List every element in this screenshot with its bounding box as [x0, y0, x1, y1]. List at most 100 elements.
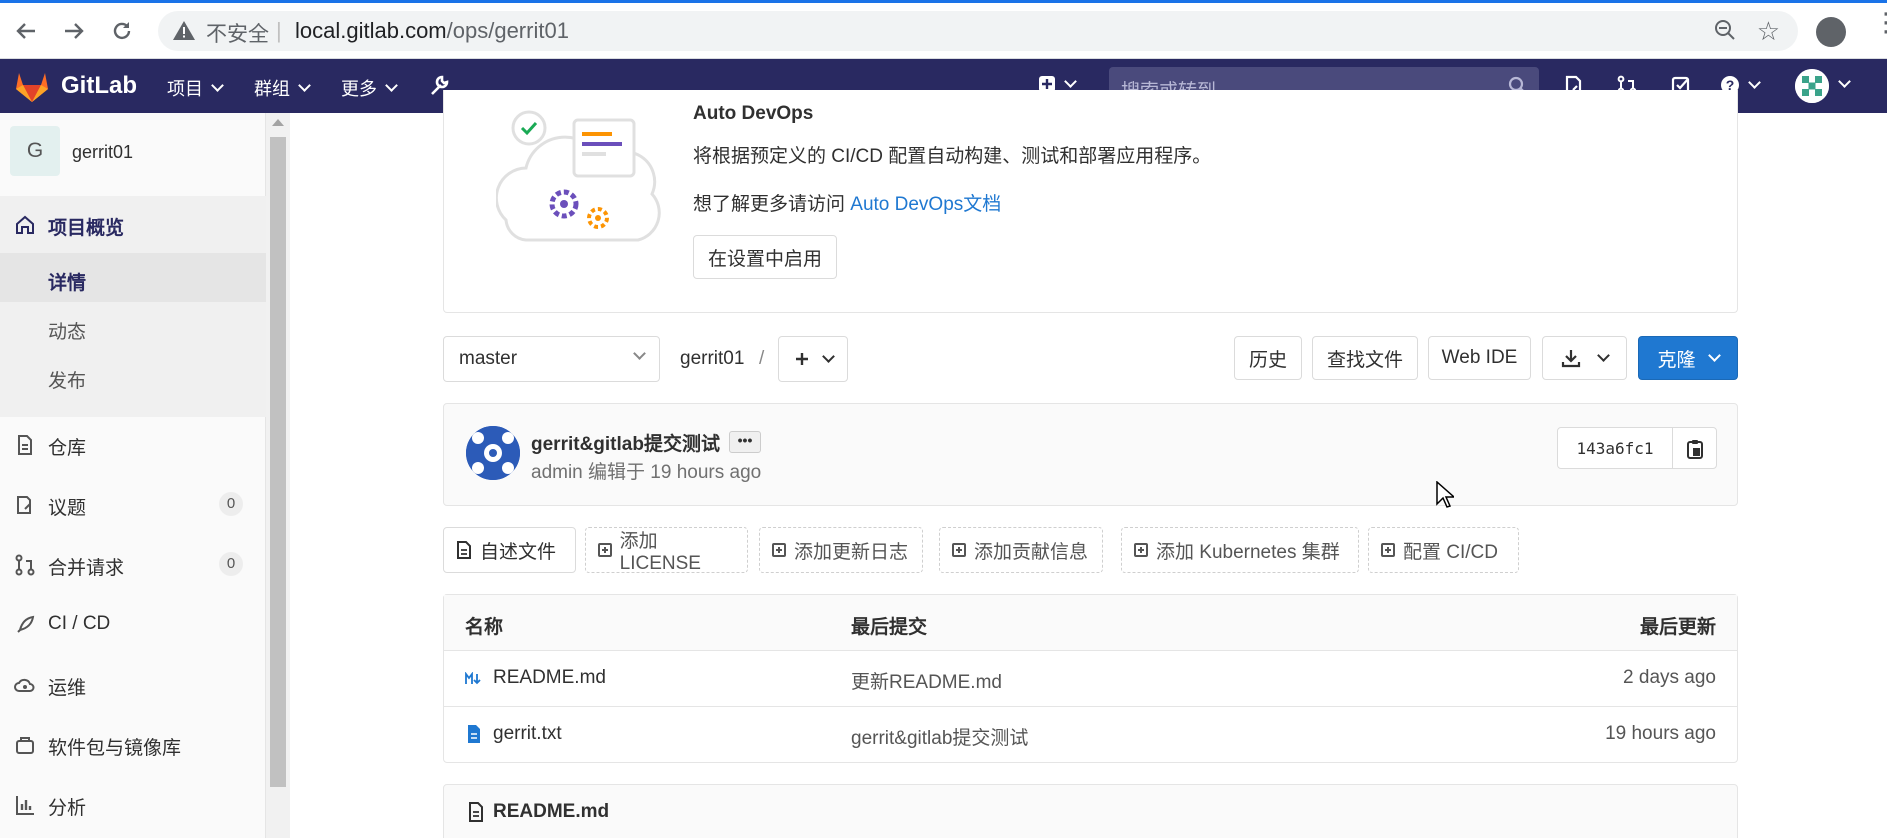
add-kubernetes-label: 添加 Kubernetes 集群: [1156, 541, 1340, 563]
address-bar[interactable]: 不安全 | local.gitlab.com/ops/gerrit01 ☆: [158, 11, 1798, 51]
branch-select[interactable]: master: [443, 336, 660, 382]
table-row[interactable]: README.md 更新README.md 2 days ago: [444, 651, 1737, 707]
commit-expand-button[interactable]: •••: [729, 431, 761, 453]
clone-label: 克隆: [1657, 349, 1696, 371]
forward-icon[interactable]: [56, 13, 92, 49]
project-header[interactable]: G gerrit01: [0, 113, 266, 193]
copy-sha-button[interactable]: [1672, 427, 1717, 469]
nav-more[interactable]: 更多: [341, 75, 398, 101]
identicon-icon: [1795, 69, 1829, 103]
doc-icon: [457, 541, 471, 559]
sidebar-item-label: 仓库: [48, 438, 87, 459]
nav-more-label: 更多: [341, 79, 377, 99]
gitlab-brand[interactable]: GitLab: [61, 72, 137, 100]
file-name-link[interactable]: README.md: [493, 667, 606, 689]
clipboard-icon: [1687, 440, 1703, 459]
add-contributing-label: 添加贡献信息: [974, 541, 1089, 563]
reload-icon[interactable]: [104, 13, 140, 49]
nav-projects[interactable]: 项目: [167, 75, 224, 101]
find-file-button[interactable]: 查找文件: [1312, 336, 1418, 380]
file-commit-link[interactable]: gerrit&gitlab提交测试: [851, 723, 1028, 750]
cloud-gears-illustration-icon: [496, 110, 661, 242]
url-host: local.gitlab.com: [295, 18, 447, 43]
sidebar-item-analytics[interactable]: 分析: [0, 781, 266, 829]
scrollbar-thumb[interactable]: [270, 137, 286, 787]
download-icon: [1561, 350, 1581, 368]
add-to-tree-button[interactable]: [778, 336, 848, 382]
nav-projects-label: 项目: [167, 79, 203, 99]
commit-sha[interactable]: 143a6fc1: [1557, 427, 1673, 469]
sidebar-item-overview[interactable]: 项目概览: [0, 201, 266, 249]
history-button[interactable]: 历史: [1234, 336, 1302, 380]
browser-menu-icon[interactable]: ⋮: [1873, 9, 1887, 35]
project-avatar: G: [10, 126, 60, 176]
active-sub-highlight: [0, 253, 266, 302]
devops-title: Auto DevOps: [693, 103, 814, 124]
sidebar-item-operations[interactable]: 运维: [0, 661, 266, 709]
enable-in-settings-button[interactable]: 在设置中启用: [693, 235, 837, 279]
readme-title: README.md: [493, 801, 610, 822]
nav-groups[interactable]: 群组: [254, 75, 311, 101]
file-commit-link[interactable]: 更新README.md: [851, 667, 1002, 694]
devops-docs-link[interactable]: Auto DevOps文档: [850, 194, 1001, 215]
plus-square-icon: [952, 543, 966, 557]
sidebar-item-merge-requests[interactable]: 合并请求 0: [0, 541, 266, 589]
sidebar-item-repository[interactable]: 仓库: [0, 421, 266, 469]
breadcrumb-separator: /: [759, 348, 765, 369]
sidebar-sub-releases[interactable]: 发布: [48, 366, 86, 393]
col-name-header: 名称: [465, 617, 504, 638]
add-license-pill[interactable]: 添加LICENSE: [585, 527, 748, 574]
zoom-icon[interactable]: [1714, 19, 1736, 41]
col-last-commit-header: 最后提交: [851, 617, 928, 638]
sidebar-item-issues[interactable]: 议题 0: [0, 481, 266, 529]
sidebar-sub-activity[interactable]: 动态: [48, 317, 86, 344]
chart-icon: [16, 796, 34, 815]
file-name-link[interactable]: gerrit.txt: [493, 723, 562, 745]
identicon-icon: [466, 426, 520, 480]
sidebar-scrollbar[interactable]: [266, 113, 290, 838]
add-changelog-label: 添加更新日志: [794, 541, 909, 563]
nav-groups-label: 群组: [254, 79, 290, 99]
scroll-up-icon[interactable]: [272, 119, 284, 126]
readme-pill[interactable]: 自述文件: [443, 527, 576, 573]
add-contributing-pill[interactable]: 添加贡献信息: [939, 527, 1103, 573]
mr-count-badge: 0: [219, 552, 243, 576]
back-icon[interactable]: [8, 13, 44, 49]
url-text: local.gitlab.com/ops/gerrit01: [295, 18, 569, 44]
url-separator: |: [276, 18, 282, 43]
clone-button[interactable]: 克隆: [1638, 336, 1738, 380]
sidebar-item-label: 合并请求: [48, 558, 125, 579]
bookmark-star-icon[interactable]: ☆: [1757, 16, 1780, 47]
profile-icon[interactable]: [1816, 17, 1846, 47]
breadcrumb-project[interactable]: gerrit01: [680, 348, 744, 370]
add-changelog-pill[interactable]: 添加更新日志: [759, 527, 923, 573]
chevron-down-icon: [1707, 349, 1721, 362]
gitlab-logo-icon[interactable]: [14, 69, 50, 103]
plus-square-icon: [772, 543, 786, 557]
user-avatar[interactable]: [1795, 69, 1829, 103]
chevron-down-icon: [385, 79, 398, 92]
configure-cicd-label: 配置 CI/CD: [1403, 541, 1499, 563]
devops-learn-more: 想了解更多请访问 Auto DevOps文档: [693, 189, 1001, 216]
chevron-down-icon: [211, 79, 224, 92]
sidebar-sub-details[interactable]: 详情: [48, 268, 86, 295]
col-last-update-header: 最后更新: [1639, 617, 1716, 638]
sidebar-item-packages[interactable]: 软件包与镜像库: [0, 721, 266, 769]
issues-icon: [17, 496, 31, 514]
configure-cicd-pill[interactable]: 配置 CI/CD: [1368, 527, 1519, 573]
devops-more-prefix: 想了解更多请访问: [693, 194, 851, 215]
warning-icon: [173, 21, 195, 40]
download-button[interactable]: [1542, 336, 1627, 380]
web-ide-button[interactable]: Web IDE: [1428, 336, 1531, 380]
add-kubernetes-pill[interactable]: 添加 Kubernetes 集群: [1121, 527, 1359, 573]
chevron-down-icon: [633, 347, 646, 360]
table-row[interactable]: gerrit.txt gerrit&gitlab提交测试 19 hours ag…: [444, 707, 1737, 763]
add-license-label: 添加LICENSE: [619, 530, 701, 574]
sidebar-item-cicd[interactable]: CI / CD: [0, 601, 266, 649]
chevron-down-icon[interactable]: [1838, 75, 1851, 88]
file-updated: 19 hours ago: [1605, 723, 1716, 744]
commit-title-link[interactable]: gerrit&gitlab提交测试: [531, 429, 720, 456]
mouse-cursor-icon: [1436, 481, 1454, 508]
project-sidebar: G gerrit01 项目概览 详情 动态 发布 仓库 议题 0 合并请求 0 …: [0, 113, 266, 838]
commit-author-avatar[interactable]: [466, 426, 520, 480]
